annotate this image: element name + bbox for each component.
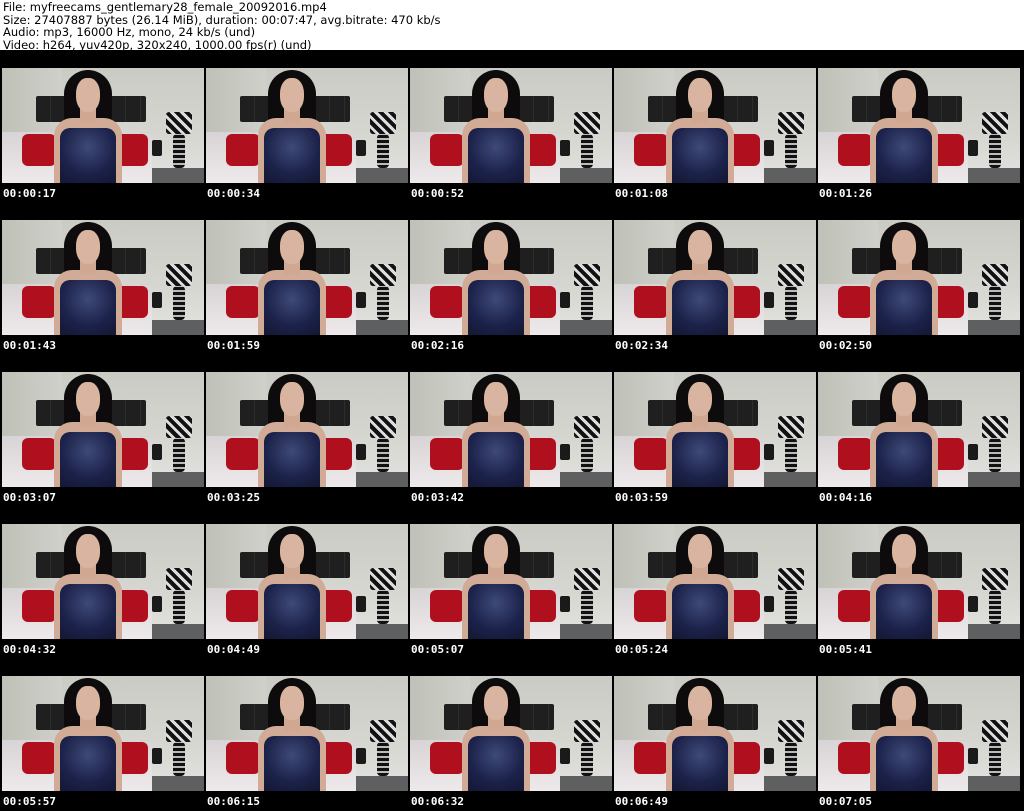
- frame-timestamp: 00:02:16: [411, 339, 464, 352]
- video-frame-thumbnail: [206, 676, 408, 791]
- thumbnail-grid: 00:00:17 00:00:34 00:00:52 00:01:08 00:01:26…: [0, 50, 1024, 811]
- thumbnail-cell: 00:06:49: [612, 658, 816, 810]
- thumbnail-cell: 00:04:32: [0, 506, 204, 658]
- video-frame-thumbnail: [614, 524, 816, 639]
- thumbnail-cell: 00:03:25: [204, 354, 408, 506]
- thumbnail-cell: 00:02:16: [408, 202, 612, 354]
- thumbnail-cell: 00:03:59: [612, 354, 816, 506]
- thumbnail-cell: 00:01:08: [612, 50, 816, 202]
- thumbnail-cell: 00:00:17: [0, 50, 204, 202]
- video-frame-thumbnail: [614, 372, 816, 487]
- frame-timestamp: 00:01:08: [615, 187, 668, 200]
- frame-timestamp: 00:04:16: [819, 491, 872, 504]
- thumbnail-cell: 00:02:50: [816, 202, 1020, 354]
- video-frame-thumbnail: [410, 524, 612, 639]
- video-frame-thumbnail: [614, 676, 816, 791]
- frame-timestamp: 00:03:25: [207, 491, 260, 504]
- frame-timestamp: 00:02:50: [819, 339, 872, 352]
- video-frame-thumbnail: [2, 372, 204, 487]
- frame-timestamp: 00:01:59: [207, 339, 260, 352]
- video-frame-thumbnail: [818, 372, 1020, 487]
- video-frame-thumbnail: [206, 524, 408, 639]
- thumbnail-cell: 00:06:15: [204, 658, 408, 810]
- frame-timestamp: 00:07:05: [819, 795, 872, 808]
- thumbnail-cell: 00:04:49: [204, 506, 408, 658]
- thumbnail-cell: 00:01:26: [816, 50, 1020, 202]
- thumbnail-cell: 00:00:52: [408, 50, 612, 202]
- video-frame-thumbnail: [2, 524, 204, 639]
- video-frame-thumbnail: [2, 220, 204, 335]
- frame-timestamp: 00:04:32: [3, 643, 56, 656]
- thumbnail-cell: 00:05:07: [408, 506, 612, 658]
- video-frame-thumbnail: [410, 68, 612, 183]
- video-frame-thumbnail: [818, 220, 1020, 335]
- thumbnail-cell: 00:05:57: [0, 658, 204, 810]
- frame-timestamp: 00:06:49: [615, 795, 668, 808]
- frame-timestamp: 00:05:07: [411, 643, 464, 656]
- video-frame-thumbnail: [410, 220, 612, 335]
- frame-timestamp: 00:01:26: [819, 187, 872, 200]
- video-frame-thumbnail: [614, 220, 816, 335]
- video-frame-thumbnail: [818, 676, 1020, 791]
- video-frame-thumbnail: [2, 676, 204, 791]
- thumbnail-cell: 00:04:16: [816, 354, 1020, 506]
- frame-timestamp: 00:04:49: [207, 643, 260, 656]
- thumbnail-cell: 00:06:32: [408, 658, 612, 810]
- audio-info-line: Audio: mp3, 16000 Hz, mono, 24 kb/s (und…: [3, 25, 256, 39]
- thumbnail-cell: 00:00:34: [204, 50, 408, 202]
- thumbnail-cell: 00:05:41: [816, 506, 1020, 658]
- frame-timestamp: 00:00:52: [411, 187, 464, 200]
- frame-timestamp: 00:06:32: [411, 795, 464, 808]
- thumbnail-cell: 00:07:05: [816, 658, 1020, 810]
- file-name-line: File: myfreecams_gentlemary28_female_200…: [3, 0, 327, 14]
- frame-timestamp: 00:06:15: [207, 795, 260, 808]
- video-frame-thumbnail: [410, 372, 612, 487]
- thumbnail-cell: 00:03:07: [0, 354, 204, 506]
- video-frame-thumbnail: [818, 68, 1020, 183]
- frame-timestamp: 00:00:34: [207, 187, 260, 200]
- frame-timestamp: 00:03:42: [411, 491, 464, 504]
- video-frame-thumbnail: [206, 220, 408, 335]
- frame-timestamp: 00:00:17: [3, 187, 56, 200]
- video-frame-thumbnail: [818, 524, 1020, 639]
- thumbnail-cell: 00:02:34: [612, 202, 816, 354]
- thumbnail-cell: 00:05:24: [612, 506, 816, 658]
- frame-timestamp: 00:05:24: [615, 643, 668, 656]
- thumbnail-cell: 00:03:42: [408, 354, 612, 506]
- video-frame-thumbnail: [206, 68, 408, 183]
- file-info-header: File: myfreecams_gentlemary28_female_200…: [0, 0, 1024, 51]
- frame-timestamp: 00:05:57: [3, 795, 56, 808]
- video-frame-thumbnail: [410, 676, 612, 791]
- frame-timestamp: 00:03:59: [615, 491, 668, 504]
- thumbnail-cell: 00:01:43: [0, 202, 204, 354]
- frame-timestamp: 00:03:07: [3, 491, 56, 504]
- frame-timestamp: 00:02:34: [615, 339, 668, 352]
- frame-timestamp: 00:01:43: [3, 339, 56, 352]
- video-frame-thumbnail: [2, 68, 204, 183]
- video-frame-thumbnail: [614, 68, 816, 183]
- video-frame-thumbnail: [206, 372, 408, 487]
- thumbnail-cell: 00:01:59: [204, 202, 408, 354]
- frame-timestamp: 00:05:41: [819, 643, 872, 656]
